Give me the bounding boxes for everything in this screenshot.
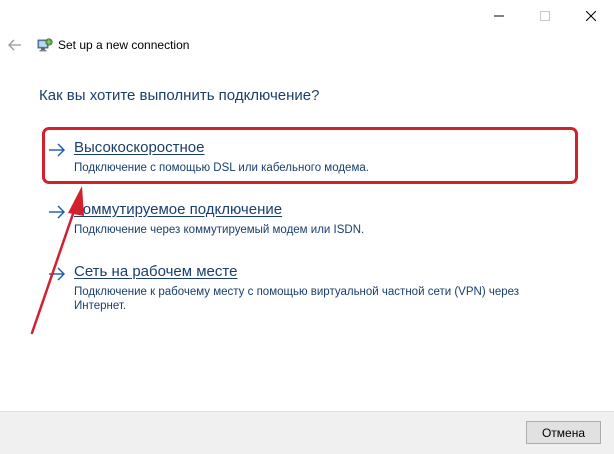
annotation-highlight-box xyxy=(42,127,578,184)
dialog-footer xyxy=(0,411,614,454)
option-description: Подключение через коммутируемый модем ил… xyxy=(74,224,365,236)
back-arrow-icon xyxy=(8,39,21,51)
close-button[interactable] xyxy=(568,0,614,32)
option-dialup[interactable]: Коммутируемое подключение Подключение че… xyxy=(48,201,568,241)
setup-connection-window: Set up a new connection Как вы хотите вы… xyxy=(0,0,614,454)
option-title[interactable]: Сеть на рабочем месте xyxy=(74,263,237,280)
arrow-right-icon xyxy=(49,267,65,281)
window-title: Set up a new connection xyxy=(58,38,190,52)
option-workplace[interactable]: Сеть на рабочем месте Подключение к рабо… xyxy=(48,263,568,315)
arrow-right-icon xyxy=(49,205,65,219)
network-connection-icon xyxy=(37,37,53,53)
cancel-button[interactable]: Отмена xyxy=(526,421,601,444)
minimize-icon xyxy=(494,15,504,17)
caption-buttons xyxy=(476,0,614,32)
minimize-button[interactable] xyxy=(476,0,522,32)
option-description: Подключение к рабочему месту с помощью в… xyxy=(74,286,520,312)
page-heading: Как вы хотите выполнить подключение? xyxy=(39,87,320,104)
maximize-icon xyxy=(540,11,550,21)
back-button[interactable] xyxy=(6,37,24,53)
option-title[interactable]: Коммутируемое подключение xyxy=(74,201,282,218)
maximize-button xyxy=(522,0,568,32)
close-icon xyxy=(586,11,596,21)
